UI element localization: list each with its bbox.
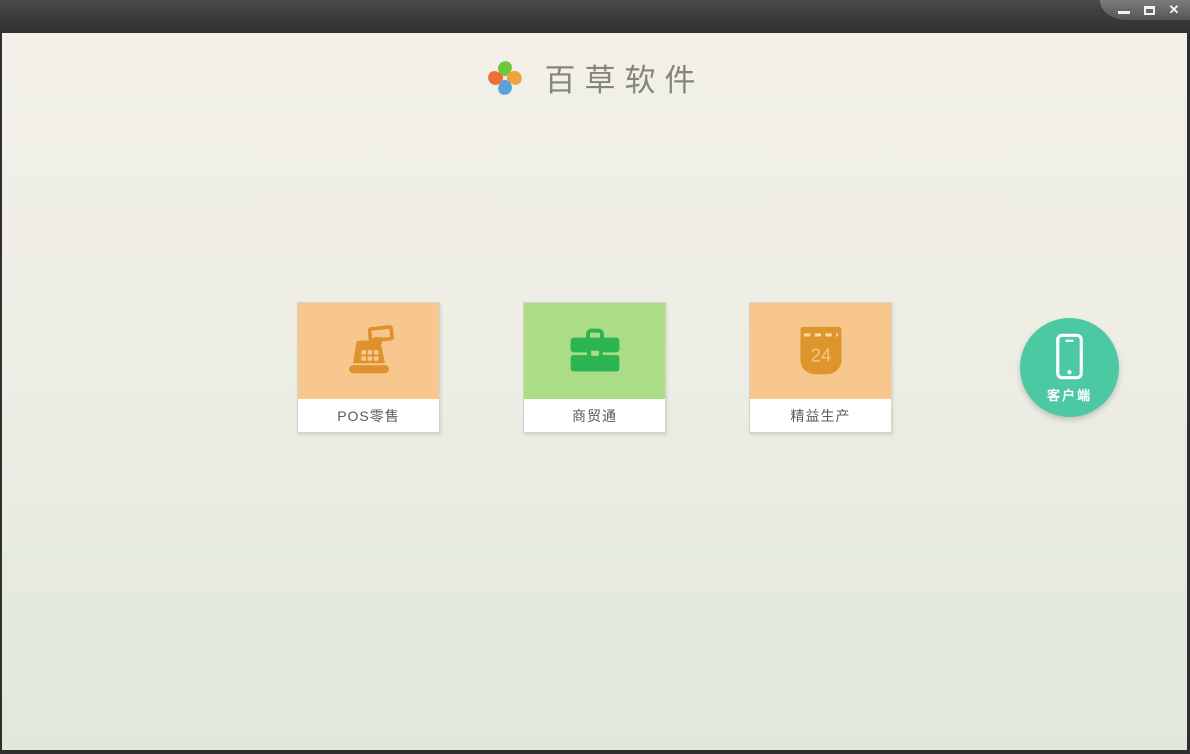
window-controls: ✕ [1100,0,1190,20]
maximize-icon [1143,5,1155,15]
app-logo: 百草软件 [2,55,1187,100]
product-label: POS零售 [298,399,439,432]
client-button-label: 客户端 [1046,388,1092,403]
pinwheel-logo-icon [487,60,522,95]
client-button[interactable]: 客户端 [1020,318,1119,417]
main-content: 百草软件 POS零售 商贸通 24 精益生产 客户端 [2,33,1187,750]
smartphone-icon [1056,333,1083,380]
calendar-day-number: 24 [810,345,831,366]
maximize-button[interactable] [1142,3,1156,17]
close-button[interactable]: ✕ [1167,3,1181,17]
product-label: 商贸通 [524,399,665,432]
minimize-button[interactable] [1117,3,1131,17]
minimize-icon [1118,11,1130,14]
cash-register-icon [348,324,394,373]
briefcase-icon [570,328,619,372]
calendar-icon: 24 [799,326,842,375]
product-label: 精益生产 [750,399,891,432]
product-cards: POS零售 商贸通 24 精益生产 [2,302,1187,433]
app-name: 百草软件 [544,63,705,99]
title-bar[interactable]: ✕ [0,0,1190,33]
product-card-trade[interactable]: 商贸通 [523,302,666,433]
product-card-lean[interactable]: 24 精益生产 [749,302,892,433]
product-card-pos[interactable]: POS零售 [297,302,440,433]
